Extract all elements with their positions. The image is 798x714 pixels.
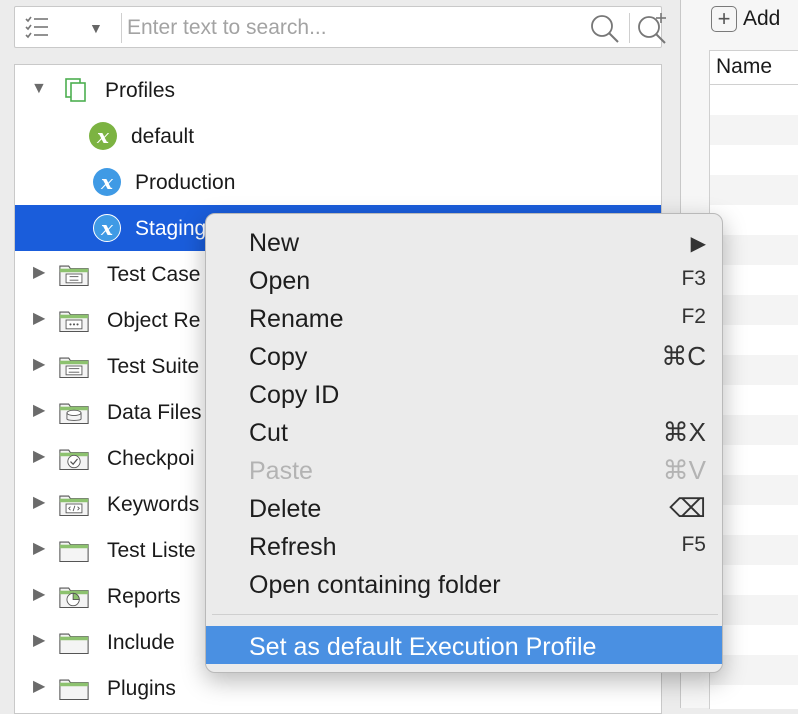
table-row[interactable]: [710, 595, 798, 625]
menu-shortcut: ⌘C: [661, 341, 706, 371]
tree-item-profile-default[interactable]: x default: [15, 113, 661, 159]
collapsed-arrow-icon[interactable]: ▶: [33, 401, 49, 421]
add-variable-button[interactable]: + Add: [711, 6, 780, 32]
table-row[interactable]: [710, 295, 798, 325]
table-row[interactable]: [710, 235, 798, 265]
menu-item-label: New: [249, 229, 300, 257]
test-suites-folder-icon: [59, 357, 89, 378]
menu-item-label: Copy ID: [249, 381, 340, 409]
collapsed-arrow-icon[interactable]: ▶: [33, 493, 49, 513]
collapsed-arrow-icon[interactable]: ▶: [33, 355, 49, 375]
menu-item-delete[interactable]: Delete ⌫: [206, 488, 722, 526]
menu-item-copy-id[interactable]: Copy ID: [206, 374, 722, 412]
tree-item-label: Test Case: [107, 263, 201, 286]
menu-item-new[interactable]: New ▶: [206, 222, 722, 260]
search-input[interactable]: [127, 13, 587, 43]
menu-item-label: Set as default Execution Profile: [249, 633, 597, 661]
keywords-folder-icon: [59, 495, 89, 516]
submenu-arrow-icon: ▶: [690, 233, 706, 255]
menu-item-refresh[interactable]: Refresh F5: [206, 526, 722, 564]
table-row[interactable]: [710, 415, 798, 445]
menu-item-set-default-profile[interactable]: Set as default Execution Profile: [206, 626, 722, 664]
folder-icon: [59, 633, 89, 654]
menu-item-label: Copy: [249, 343, 308, 371]
menu-item-label: Open containing folder: [249, 571, 501, 599]
context-menu: New ▶ Open F3 Rename F2 Copy ⌘C Copy ID …: [205, 213, 723, 673]
name-column-header[interactable]: Name: [710, 51, 798, 85]
menu-item-open-containing-folder[interactable]: Open containing folder: [206, 564, 722, 602]
profile-icon: x: [89, 122, 119, 150]
test-cases-folder-icon: [59, 265, 89, 286]
tree-item-label: Include: [107, 631, 175, 654]
collapsed-arrow-icon[interactable]: ▶: [33, 677, 49, 697]
tree-item-label: Data Files: [107, 401, 202, 424]
advanced-search-icon[interactable]: [635, 11, 669, 45]
folder-icon: [59, 541, 89, 562]
collapsed-arrow-icon[interactable]: ▶: [33, 631, 49, 651]
tree-item-label: Plugins: [107, 677, 176, 700]
menu-shortcut: F2: [681, 305, 706, 328]
profiles-folder-icon: [65, 78, 86, 102]
object-repository-folder-icon: [59, 311, 89, 332]
toolbar-divider: [629, 13, 630, 43]
tree-item-label: Staging: [135, 217, 207, 240]
filter-dropdown-icon[interactable]: ▼: [89, 20, 103, 36]
collapsed-arrow-icon[interactable]: ▶: [33, 447, 49, 467]
menu-shortcut: F3: [681, 267, 706, 290]
menu-item-open[interactable]: Open F3: [206, 260, 722, 298]
checkpoints-folder-icon: [59, 449, 89, 470]
menu-shortcut: ⌘X: [662, 417, 706, 447]
tree-item-label: Checkpoi: [107, 447, 195, 470]
tree-item-profile-production[interactable]: x Production: [15, 159, 661, 205]
menu-separator: [212, 614, 718, 615]
menu-shortcut: F5: [681, 533, 706, 556]
tree-item-label: default: [131, 125, 195, 148]
table-row[interactable]: [710, 355, 798, 385]
expanded-arrow-icon[interactable]: ▼: [31, 79, 47, 99]
add-button-label: Add: [743, 7, 781, 30]
search-toolbar: ▼: [14, 6, 666, 48]
menu-item-rename[interactable]: Rename F2: [206, 298, 722, 336]
menu-item-copy[interactable]: Copy ⌘C: [206, 336, 722, 374]
toolbar-divider: [121, 13, 122, 43]
menu-item-label: Paste: [249, 457, 313, 485]
collapsed-arrow-icon[interactable]: ▶: [33, 585, 49, 605]
table-row[interactable]: [710, 535, 798, 565]
tree-item-label: Test Suite: [107, 355, 200, 378]
table-row[interactable]: [710, 655, 798, 685]
filter-list-icon[interactable]: [23, 13, 51, 41]
table-row[interactable]: [710, 115, 798, 145]
tree-item-label: Profiles: [105, 79, 176, 102]
tree-item-label: Object Re: [107, 309, 201, 332]
tree-item-label: Test Liste: [107, 539, 196, 562]
collapsed-arrow-icon[interactable]: ▶: [33, 539, 49, 559]
plus-icon: +: [711, 6, 737, 32]
menu-shortcut: ⌘V: [662, 455, 706, 485]
folder-icon: [59, 679, 89, 700]
tree-item-profiles[interactable]: ▼ Profiles: [15, 67, 661, 113]
table-row[interactable]: [710, 475, 798, 505]
menu-item-cut[interactable]: Cut ⌘X: [206, 412, 722, 450]
search-icon[interactable]: [589, 13, 621, 45]
menu-item-label: Delete: [249, 495, 322, 523]
collapsed-arrow-icon[interactable]: ▶: [33, 263, 49, 283]
menu-item-paste[interactable]: Paste ⌘V: [206, 450, 722, 488]
menu-item-label: Rename: [249, 305, 344, 333]
data-files-folder-icon: [59, 403, 89, 424]
collapsed-arrow-icon[interactable]: ▶: [33, 309, 49, 329]
table-row[interactable]: [710, 175, 798, 205]
tree-item-label: Production: [135, 171, 236, 194]
delete-key-icon: ⌫: [669, 493, 706, 523]
menu-item-label: Open: [249, 267, 311, 295]
reports-folder-icon: [59, 587, 89, 608]
menu-item-label: Refresh: [249, 533, 337, 561]
tree-item-label: Keywords: [107, 493, 200, 516]
profile-icon: x: [93, 214, 123, 242]
profile-icon: x: [93, 168, 123, 196]
menu-item-label: Cut: [249, 419, 288, 447]
tree-item-label: Reports: [107, 585, 181, 608]
